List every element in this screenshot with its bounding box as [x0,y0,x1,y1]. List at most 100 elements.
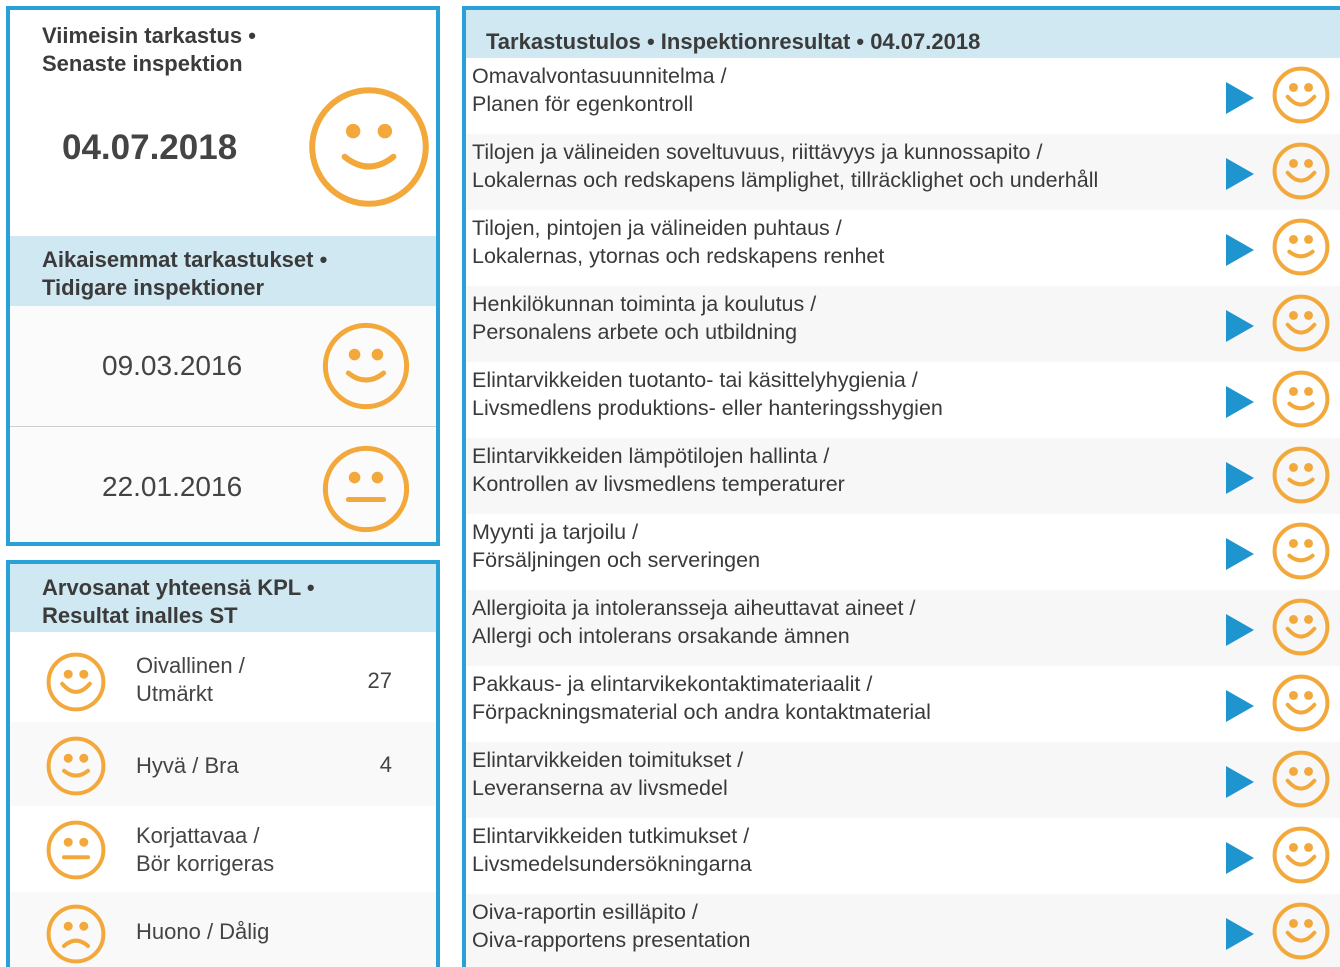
result-row[interactable]: Elintarvikkeiden lämpötilojen hallinta /… [466,438,1340,514]
grade-total-row: Huono / Dålig [10,892,436,967]
big-smile-icon [1272,750,1330,808]
result-row[interactable]: Myynti ja tarjoilu / Försäljningen och se… [466,514,1340,590]
result-label: Elintarvikkeiden tuotanto- tai käsittely… [472,366,943,422]
result-label: Tilojen, pintojen ja välineiden puhtaus … [472,214,884,270]
result-label: Elintarvikkeiden lämpötilojen hallinta /… [472,442,845,498]
grade-total-row: Oivallinen / Utmärkt 27 [10,636,436,720]
result-label: Oiva-raportin esilläpito / Oiva-rapporten… [472,898,750,954]
smile-icon [1272,446,1330,504]
result-label-fi: Elintarvikkeiden toimitukset / [472,748,744,772]
grade-label: Oivallinen / Utmärkt [136,653,245,706]
result-label: Tilojen ja välineiden soveltuvuus, riitt… [472,138,1098,194]
result-row[interactable]: Pakkaus- ja elintarvikekontaktimateriaal… [466,666,1340,742]
result-row[interactable]: Elintarvikkeiden tuotanto- tai käsittely… [466,362,1340,438]
result-label-fi: Myynti ja tarjoilu / [472,520,639,544]
latest-inspection-section: Viimeisin tarkastus • Senaste inspektion… [10,10,436,234]
smile-icon [308,86,430,208]
smile-icon [1272,370,1330,428]
latest-inspection-date: 04.07.2018 [62,128,238,167]
grade-label: Hyvä / Bra [136,753,239,778]
result-label: Pakkaus- ja elintarvikekontaktimateriaal… [472,670,931,726]
result-label-sv: Kontrollen av livsmedlens temperaturer [472,472,845,496]
big-smile-icon [1272,142,1330,200]
result-row[interactable]: Tilojen, pintojen ja välineiden puhtaus … [466,210,1340,286]
result-label-sv: Livsmedelsundersökningarna [472,852,752,876]
big-smile-icon [1272,674,1330,732]
smile-icon [1272,218,1330,276]
result-label-sv: Försäljningen och serveringen [472,548,761,572]
inspection-results-panel: Tarkastustulos • Inspektionresultat • 04… [462,6,1340,967]
frown-icon [46,904,106,964]
result-row[interactable]: Allergioita ja intoleransseja aiheuttava… [466,590,1340,666]
result-label-sv: Personalens arbete och utbildning [472,320,798,344]
previous-inspection-date: 22.01.2016 [102,471,243,502]
result-label-sv: Lokalernas och redskapens lämplighet, ti… [472,168,1099,192]
grade-count: 27 [367,668,392,693]
expand-arrow-icon[interactable] [1226,538,1254,570]
result-label-fi: Elintarvikkeiden lämpötilojen hallinta / [472,444,830,468]
result-label-fi: Allergioita ja intoleransseja aiheuttava… [472,596,916,620]
expand-arrow-icon[interactable] [1226,462,1254,494]
result-label-fi: Elintarvikkeiden tuotanto- tai käsittely… [472,368,918,392]
result-label-sv: Förpackningsmaterial och andra kontaktma… [472,700,931,724]
result-label-sv: Lokalernas, ytornas och redskapens renhe… [472,244,885,268]
result-label: Allergioita ja intoleransseja aiheuttava… [472,594,915,650]
smile-icon [1272,522,1330,580]
result-label: Elintarvikkeiden toimitukset / Leveranser… [472,746,743,802]
result-label: Omavalvontasuunnitelma / Planen för egenk… [472,62,727,118]
result-label: Myynti ja tarjoilu / Försäljningen och se… [472,518,760,574]
result-label-fi: Omavalvontasuunnitelma / [472,64,727,88]
result-label-fi: Pakkaus- ja elintarvikekontaktimateriaal… [472,672,873,696]
result-label-fi: Elintarvikkeiden tutkimukset / [472,824,750,848]
grade-totals-header: Arvosanat yhteensä KPL • Resultat inalle… [10,564,436,632]
result-label-fi: Tilojen, pintojen ja välineiden puhtaus … [472,216,842,240]
grade-label: Korjattavaa / Bör korrigeras [136,823,275,876]
grade-total-row: Hyvä / Bra 4 [10,722,436,806]
expand-arrow-icon[interactable] [1226,842,1254,874]
result-row[interactable]: Elintarvikkeiden tutkimukset / Livsmedels… [466,818,1340,894]
big-smile-icon [1272,66,1330,124]
neutral-icon [46,820,106,880]
smile-icon [46,736,106,796]
expand-arrow-icon[interactable] [1226,310,1254,342]
result-label-sv: Allergi och intolerans orsakande ämnen [472,624,850,648]
big-smile-icon [1272,826,1330,884]
expand-arrow-icon[interactable] [1226,614,1254,646]
previous-inspection-row[interactable]: 22.01.2016 [10,427,436,542]
expand-arrow-icon[interactable] [1226,386,1254,418]
big-smile-icon [1272,294,1330,352]
result-label-sv: Leveranserna av livsmedel [472,776,728,800]
latest-inspection-title: Viimeisin tarkastus • Senaste inspektion [42,23,256,76]
expand-arrow-icon[interactable] [1226,82,1254,114]
expand-arrow-icon[interactable] [1226,234,1254,266]
grade-count: 4 [379,752,392,777]
expand-arrow-icon[interactable] [1226,766,1254,798]
neutral-icon [322,445,410,533]
result-label-sv: Planen för egenkontroll [472,92,694,116]
result-row[interactable]: Tilojen ja välineiden soveltuvuus, riitt… [466,134,1340,210]
result-row[interactable]: Henkilökunnan toiminta ja koulutus / Pers… [466,286,1340,362]
big-smile-icon [46,652,106,712]
result-label-fi: Oiva-raportin esilläpito / [472,900,698,924]
big-smile-icon [1272,902,1330,960]
expand-arrow-icon[interactable] [1226,918,1254,950]
previous-inspection-date: 09.03.2016 [102,350,243,381]
expand-arrow-icon[interactable] [1226,690,1254,722]
result-label: Elintarvikkeiden tutkimukset / Livsmedels… [472,822,752,878]
big-smile-icon [1272,598,1330,656]
inspection-results-header: Tarkastustulos • Inspektionresultat • 04… [466,10,1340,58]
result-label-sv: Livsmedlens produktions- eller hantering… [472,396,943,420]
smile-icon [322,322,410,410]
previous-inspections-header: Aikaisemmat tarkastukset • Tidigare insp… [10,236,436,306]
result-row[interactable]: Oiva-raportin esilläpito / Oiva-rapporten… [466,894,1340,967]
previous-inspection-row[interactable]: 09.03.2016 [10,306,436,426]
result-row[interactable]: Omavalvontasuunnitelma / Planen för egenk… [466,58,1340,134]
result-row[interactable]: Elintarvikkeiden toimitukset / Leveranser… [466,742,1340,818]
expand-arrow-icon[interactable] [1226,158,1254,190]
grade-total-row: Korjattavaa / Bör korrigeras [10,806,436,890]
grade-totals-panel: Arvosanat yhteensä KPL • Resultat inalle… [6,560,440,967]
result-label-fi: Henkilökunnan toiminta ja koulutus / [472,292,817,316]
grade-label: Huono / Dålig [136,919,270,944]
latest-inspection-panel: Viimeisin tarkastus • Senaste inspektion… [6,6,440,546]
result-label: Henkilökunnan toiminta ja koulutus / Pers… [472,290,816,346]
